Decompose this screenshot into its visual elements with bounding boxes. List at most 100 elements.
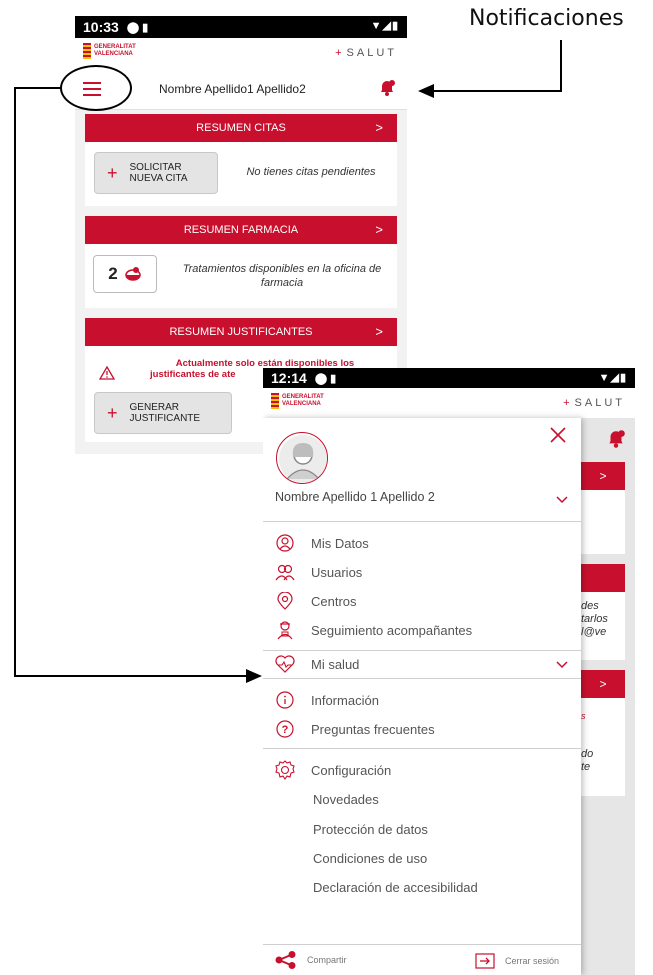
avatar[interactable] [276, 432, 328, 484]
heart-pulse-icon [275, 655, 295, 673]
resumen-farmacia-bar[interactable]: RESUMEN FARMACIA > [85, 216, 397, 244]
logout-button[interactable]: Cerrar sesión [475, 953, 559, 969]
background-text: do [581, 748, 594, 760]
gear-icon [275, 760, 295, 780]
status-time: 12:14 [271, 370, 307, 386]
menu-item-proteccion-datos[interactable]: Protección de datos [313, 822, 428, 837]
logout-icon [475, 953, 495, 969]
share-button[interactable]: Compartir [275, 951, 347, 969]
arrow-left-icon [418, 84, 434, 98]
plus-icon: + [107, 162, 118, 183]
resumen-citas-title: RESUMEN CITAS [196, 122, 286, 134]
divider [263, 521, 581, 522]
menu-screen: 12:14 ⬤ ▮ ▼◢▮ GENERALITAT VALENCIANA + SA… [263, 368, 635, 975]
farmacia-card: 2 Tratamientos disponibles en la oficina… [85, 244, 397, 308]
annotation-line [14, 87, 16, 677]
resumen-farmacia-title: RESUMEN FARMACIA [183, 224, 299, 236]
share-label: Compartir [307, 955, 347, 965]
citas-card: + SOLICITAR NUEVA CITA No tienes citas p… [85, 142, 397, 206]
solicitar-cita-button[interactable]: + SOLICITAR NUEVA CITA [94, 152, 218, 194]
navigation-drawer: Nombre Apellido 1 Apellido 2 Mis Datos U… [263, 418, 581, 975]
brand-bar: GENERALITAT VALENCIANA + SALUT [75, 38, 407, 68]
solicitar-line2: NUEVA CITA [129, 173, 188, 184]
background-card: des tarlos l@ve [581, 592, 625, 660]
annotation-line [14, 675, 248, 677]
notification-bell-icon[interactable] [377, 78, 397, 98]
gv-crest-icon [271, 393, 279, 409]
menu-item-seguimiento[interactable]: Seguimiento acompañantes [275, 619, 472, 641]
chevron-down-icon[interactable] [556, 496, 568, 504]
menu-item-centros[interactable]: Centros [275, 590, 357, 612]
background-text: des [581, 600, 599, 612]
status-icons: ⬤ ▮ [314, 372, 337, 385]
background-text: tarlos [581, 613, 608, 625]
menu-item-label: Mis Datos [311, 535, 369, 551]
close-icon[interactable] [549, 426, 567, 444]
resumen-justificantes-title: RESUMEN JUSTIFICANTES [169, 326, 313, 338]
status-time: 10:33 [83, 19, 119, 35]
menu-highlight-circle [60, 65, 132, 111]
drawer-user-name[interactable]: Nombre Apellido 1 Apellido 2 [275, 490, 435, 504]
chevron-right-icon: > [375, 120, 383, 135]
gv-crest-icon [83, 43, 91, 59]
menu-item-usuarios[interactable]: Usuarios [275, 561, 362, 583]
location-pin-icon [277, 592, 293, 610]
chevron-down-icon[interactable] [556, 661, 568, 669]
background-section-bar [581, 564, 625, 592]
farmacia-count-box[interactable]: 2 [93, 255, 157, 293]
resumen-justificantes-bar[interactable]: RESUMEN JUSTIFICANTES > [85, 318, 397, 346]
menu-item-mi-salud[interactable]: Mi salud [275, 653, 359, 675]
companion-icon [277, 621, 293, 640]
info-icon [276, 691, 294, 709]
gv-logo: GENERALITAT VALENCIANA [83, 43, 136, 59]
signal-battery-icon: ▼◢▮ [598, 372, 627, 384]
background-text: s [581, 711, 586, 721]
status-bar: 10:33 ⬤ ▮ ▼◢▮ [75, 16, 407, 38]
menu-item-label: Configuración [311, 762, 392, 778]
salut-logo: + SALUT [563, 397, 625, 409]
warning-icon [99, 366, 115, 380]
annotation-line [14, 87, 62, 89]
gv-line2: VALENCIANA [94, 51, 133, 57]
gv-line1: GENERALITAT [94, 44, 136, 50]
salut-plus-icon: + [335, 47, 345, 59]
generar-justificante-button[interactable]: + GENERAR JUSTIFICANTE [94, 392, 232, 434]
user-circle-icon [276, 534, 294, 552]
background-text: l@ve [581, 626, 607, 638]
annotation-line [432, 90, 562, 92]
menu-item-label: Usuarios [311, 564, 363, 580]
status-icons: ⬤ ▮ [126, 21, 149, 34]
svg-text:?: ? [282, 724, 289, 736]
gv-logo: GENERALITAT VALENCIANA [271, 393, 324, 409]
pill-icon [124, 267, 141, 281]
resumen-citas-bar[interactable]: RESUMEN CITAS > [85, 114, 397, 142]
logout-label: Cerrar sesión [505, 956, 560, 966]
menu-item-configuracion[interactable]: Configuración [275, 759, 391, 781]
generar-line1: GENERAR [129, 402, 179, 413]
notification-bell-icon[interactable] [605, 428, 627, 450]
salut-logo: + SALUT [335, 47, 397, 59]
menu-item-mis-datos[interactable]: Mis Datos [275, 532, 369, 554]
background-text: te [581, 761, 591, 773]
menu-item-novedades[interactable]: Novedades [313, 792, 379, 807]
share-icon [275, 951, 296, 969]
menu-item-preguntas[interactable]: ? Preguntas frecuentes [275, 718, 435, 740]
farmacia-count: 2 [108, 264, 118, 283]
gv-line1: GENERALITAT [282, 394, 324, 400]
menu-item-condiciones-uso[interactable]: Condiciones de uso [313, 851, 427, 866]
menu-item-label: Seguimiento acompañantes [311, 622, 473, 638]
generar-line2: JUSTIFICANTE [129, 413, 201, 424]
menu-item-label: Información [311, 692, 379, 708]
farmacia-message: Tratamientos disponibles en la oficina d… [182, 263, 382, 289]
plus-icon: + [107, 402, 118, 423]
divider [263, 748, 581, 749]
background-card: s do te [581, 698, 625, 796]
menu-item-label: Preguntas frecuentes [311, 721, 435, 737]
brand-bar: GENERALITAT VALENCIANA + SALUT [263, 388, 635, 418]
menu-item-informacion[interactable]: Información [275, 689, 379, 711]
background-section-bar: > [581, 462, 625, 490]
menu-item-accesibilidad[interactable]: Declaración de accesibilidad [313, 880, 478, 895]
gv-line2: VALENCIANA [282, 401, 321, 407]
chevron-right-icon: > [375, 222, 383, 237]
menu-item-label: Centros [311, 593, 357, 609]
